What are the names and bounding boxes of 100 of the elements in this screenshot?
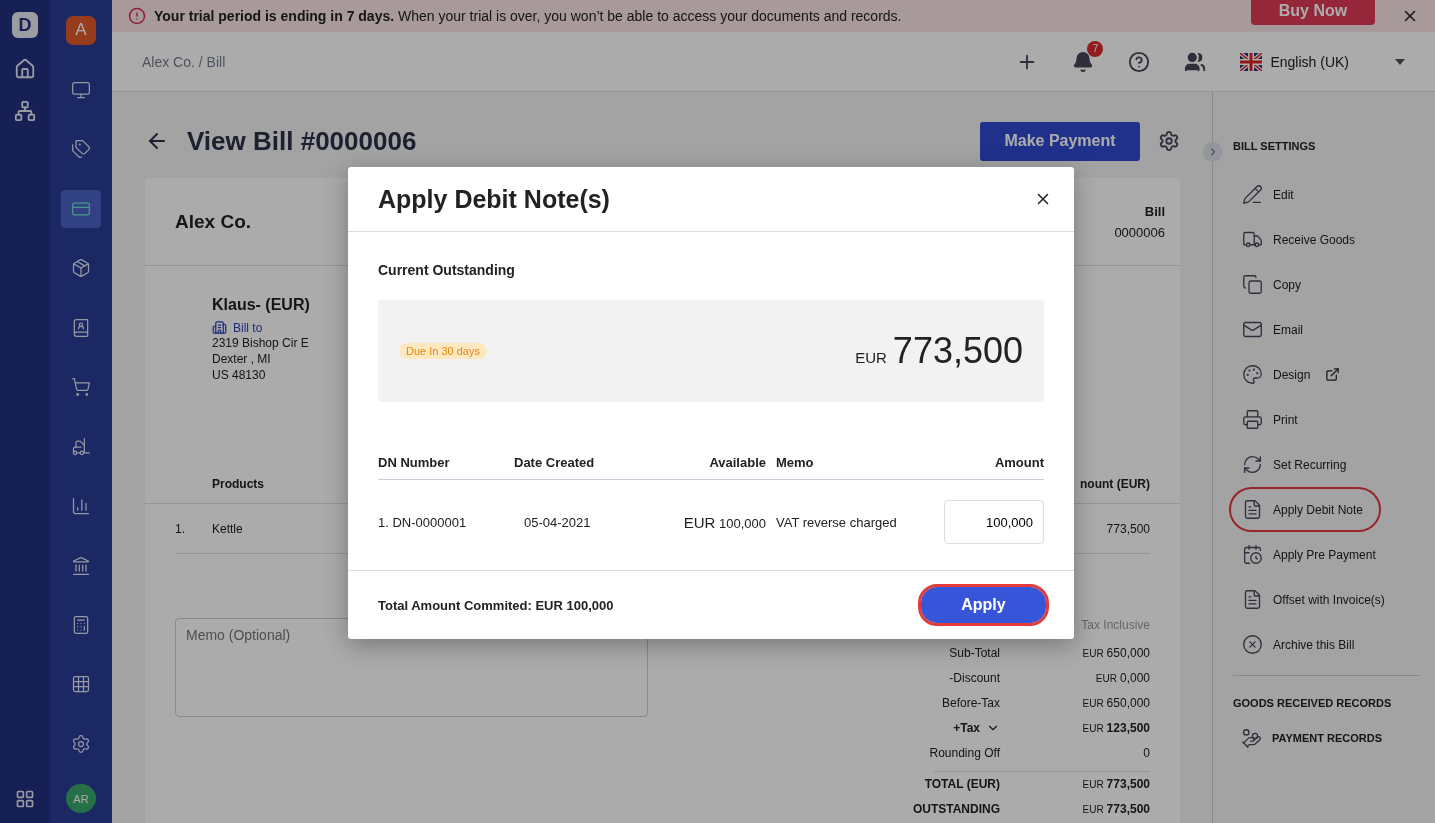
dn-number: 1. DN-0000001 [378, 514, 468, 530]
bar-chart-icon [71, 496, 91, 517]
section-link[interactable]: GOODS RECEIVED RECORDS [1233, 688, 1435, 718]
document-icon [1242, 589, 1263, 610]
available-amount: EUR 100,000 [682, 513, 767, 531]
outstanding-amount: 773,500 [892, 330, 1023, 372]
tax-mode: Tax Inclusive [1081, 618, 1150, 632]
archive-icon [1242, 634, 1263, 655]
row-number: 1. [175, 521, 186, 536]
section-link[interactable]: PAYMENT RECORDS [1272, 732, 1383, 744]
total-committed: Total Amount Commited: EUR 100,000 [378, 597, 614, 613]
tags-icon [71, 139, 91, 160]
grid-icon [71, 674, 91, 695]
copy-icon [1242, 274, 1263, 295]
language-selector[interactable]: English (UK) [1270, 53, 1349, 70]
total-label: +Tax [953, 720, 980, 735]
settings-item[interactable]: Apply Pre Payment [1229, 532, 1394, 577]
total-value: EUR 650,000 [1081, 695, 1150, 710]
column-header: Memo [776, 455, 815, 470]
calendar-icon [1242, 544, 1263, 565]
memo-text: VAT reverse charged [776, 514, 898, 530]
settings-item[interactable]: Apply Debit Note [1229, 487, 1382, 532]
total-label: Rounding Off [929, 745, 1000, 760]
total-value: EUR 773,500 [1081, 777, 1150, 791]
document-type: Bill [1144, 203, 1165, 219]
external-link-icon[interactable] [1325, 367, 1341, 382]
settings-item[interactable]: Email [1229, 307, 1379, 352]
total-label: TOTAL (EUR) [924, 777, 1000, 791]
settings-item[interactable]: Offset with Invoice(s) [1229, 577, 1403, 622]
amount-field[interactable]: 100,000 [944, 500, 1044, 544]
vendor-name: Klaus- (EUR) [212, 296, 310, 314]
currency-label: EUR [855, 349, 887, 366]
bell-icon[interactable] [1072, 50, 1095, 73]
mail-icon [1242, 319, 1263, 340]
monitor-icon [71, 80, 91, 101]
address-book-icon [71, 317, 91, 338]
settings-item[interactable]: Set Recurring [1229, 442, 1379, 487]
settings-item[interactable]: Copy [1229, 262, 1379, 307]
refresh-icon [1242, 454, 1263, 475]
total-label: Sub-Total [949, 645, 1000, 660]
total-value: EUR 123,500 [1081, 720, 1150, 735]
total-label: -Discount [949, 670, 1000, 685]
apps-grid-icon[interactable] [15, 789, 35, 809]
nav-item[interactable] [61, 189, 101, 229]
help-icon[interactable] [1128, 50, 1151, 73]
pencil-icon [1242, 184, 1263, 205]
cart-icon [71, 377, 91, 398]
total-value: EUR 773,500 [1081, 801, 1150, 816]
address-line: 2319 Bishop Cir E [212, 335, 309, 351]
settings-icon [71, 733, 91, 754]
home-icon[interactable] [14, 58, 36, 80]
notification-badge: 7 [1087, 40, 1104, 57]
address-line: US 48130 [212, 367, 266, 383]
make-payment-button[interactable]: Make Payment [980, 121, 1140, 161]
settings-icon[interactable] [1158, 130, 1180, 152]
bank-icon [71, 555, 91, 576]
company-name: Alex Co. [175, 210, 252, 233]
column-header: DN Number [378, 455, 451, 470]
total-label: Before-Tax [941, 695, 1000, 710]
panel-toggle[interactable] [1203, 142, 1223, 162]
settings-item[interactable]: Archive this Bill [1229, 622, 1379, 667]
hand-coins-icon [1241, 727, 1262, 749]
caret-icon[interactable] [1395, 58, 1405, 65]
users-icon[interactable] [1184, 50, 1207, 73]
total-value: 0 [1142, 745, 1150, 760]
apply-button[interactable]: Apply [921, 587, 1046, 623]
truck-icon [1242, 229, 1263, 250]
alert-icon [128, 7, 146, 25]
total-label: OUTSTANDING [912, 801, 1000, 816]
package-icon [71, 258, 91, 279]
document-icon [1242, 499, 1263, 520]
network-icon[interactable] [14, 100, 36, 122]
printer-icon [1242, 409, 1263, 430]
settings-item[interactable]: Design [1229, 352, 1379, 397]
column-header: nount (EUR) [1080, 477, 1150, 493]
dialog-title: Apply Debit Note(s) [378, 184, 610, 214]
product-name: Kettle [212, 521, 243, 536]
column-header: Date Created [514, 455, 596, 470]
total-value: EUR 650,000 [1081, 645, 1150, 660]
settings-item[interactable]: Print [1229, 397, 1379, 442]
palette-icon [1242, 364, 1263, 385]
due-badge: Due In 30 days [399, 343, 487, 359]
document-number: 0000006 [1114, 224, 1165, 240]
app-logo[interactable]: D [12, 12, 38, 38]
column-header: Products [212, 477, 264, 493]
section-title: Current Outstanding [378, 262, 516, 278]
column-header: Amount [993, 455, 1044, 470]
forklift-icon [71, 436, 91, 457]
column-header: Available [708, 455, 767, 470]
date-created: 05-04-2021 [523, 514, 592, 530]
bill-to-label: Bill to [233, 320, 263, 335]
settings-item[interactable]: Receive Goods [1229, 217, 1379, 262]
building-icon [212, 320, 227, 335]
flag-icon [1240, 52, 1263, 71]
page-title: View Bill #0000006 [187, 125, 418, 157]
settings-item[interactable]: Edit [1229, 172, 1379, 217]
total-value: EUR 0,000 [1094, 670, 1150, 685]
panel-title: BILL SETTINGS [1233, 140, 1317, 152]
row-amount: 773,500 [1106, 521, 1150, 536]
calculator-icon [71, 615, 91, 635]
